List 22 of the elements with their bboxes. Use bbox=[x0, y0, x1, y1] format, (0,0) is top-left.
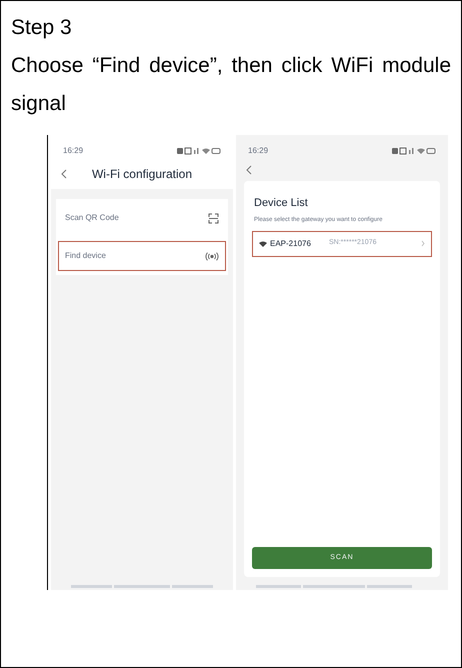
nav-bar bbox=[71, 585, 112, 588]
back-icon[interactable] bbox=[246, 165, 252, 175]
wifi-icon bbox=[259, 240, 267, 246]
scan-icon bbox=[208, 212, 219, 224]
nav-bar bbox=[114, 585, 170, 588]
status-time: 16:29 bbox=[63, 145, 84, 157]
nav-bar bbox=[303, 585, 365, 588]
card-heading: Device List bbox=[254, 196, 309, 211]
status-icons bbox=[177, 147, 221, 155]
option-row[interactable]: Scan QR Code bbox=[58, 203, 226, 233]
nav-bar bbox=[256, 585, 301, 588]
back-icon[interactable] bbox=[61, 169, 67, 179]
status-time: 16:29 bbox=[248, 145, 268, 157]
step-title: Step 3 bbox=[11, 15, 73, 41]
step-instruction: Choose “Find device”, then click WiFi module signal bbox=[11, 53, 451, 117]
nav-bar bbox=[172, 585, 214, 588]
signal-icon bbox=[205, 252, 219, 260]
nav-bar bbox=[367, 585, 412, 588]
screen-title: Wi-Fi configuration bbox=[92, 166, 192, 183]
status-icons bbox=[392, 147, 436, 155]
chevron-icon bbox=[421, 240, 425, 247]
option-row[interactable]: Find device bbox=[58, 241, 226, 271]
